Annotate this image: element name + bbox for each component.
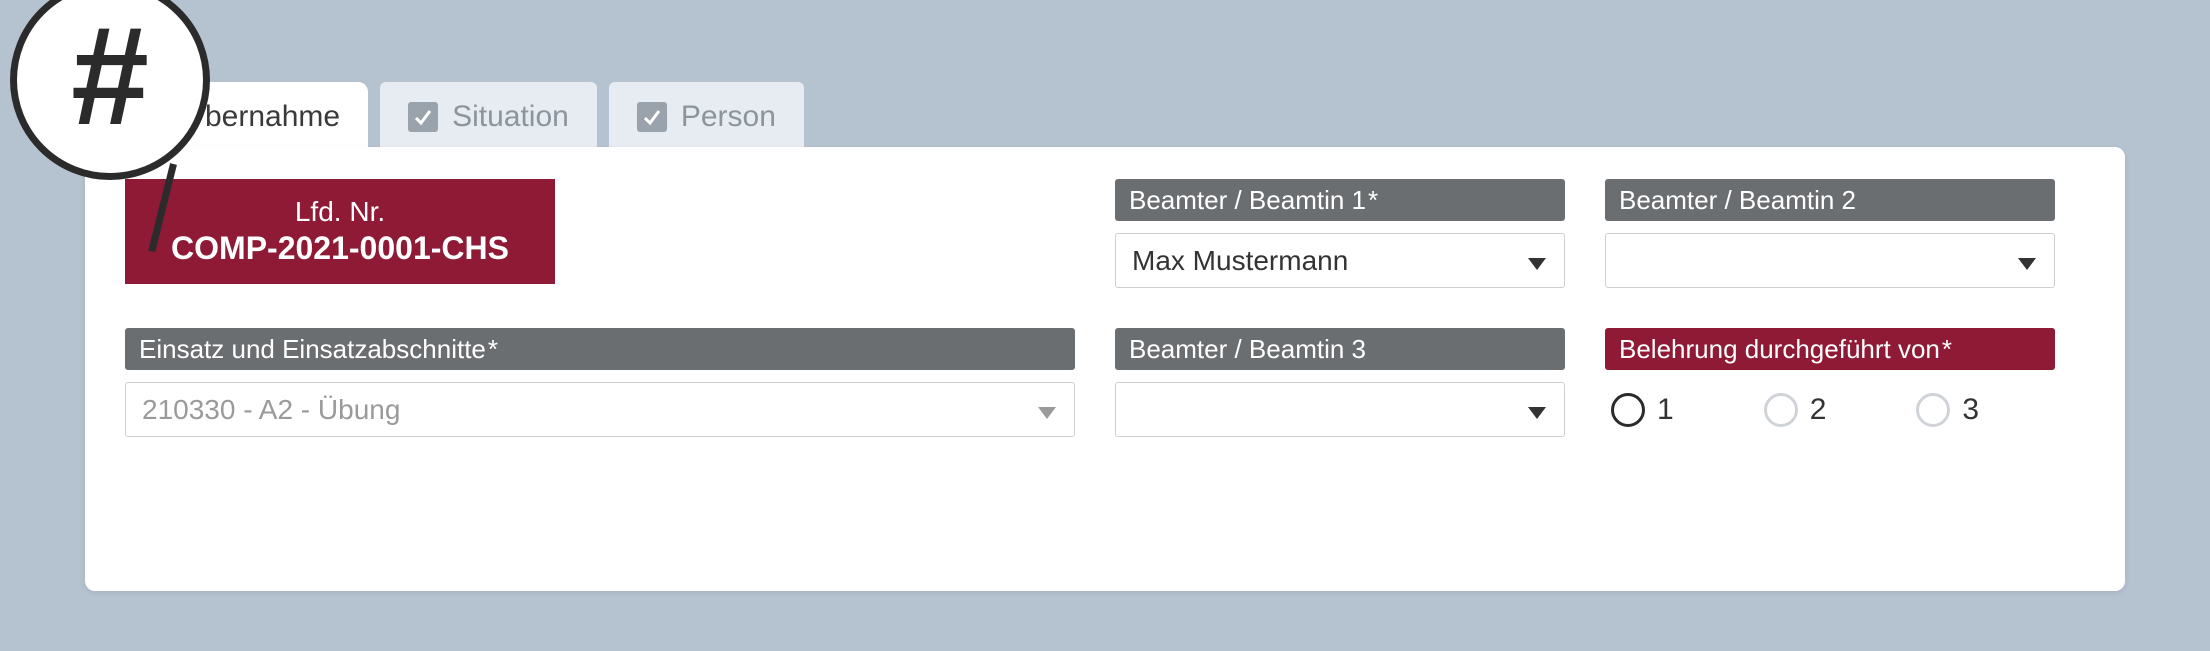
chevron-down-icon <box>2018 245 2036 277</box>
checkbox-checked-icon <box>408 102 438 132</box>
tab-situation-label: Situation <box>452 100 569 134</box>
belehrung-radio-group: 1 2 3 <box>1605 382 2055 437</box>
einsatz-value: 210330 - A2 - Übung <box>142 394 400 426</box>
belehrung-radio-1[interactable]: 1 <box>1611 393 1674 427</box>
belehrung-radio-2-label: 2 <box>1810 393 1827 427</box>
form-card: Lfd. Nr. COMP-2021-0001-CHS Beamter / Be… <box>85 147 2125 591</box>
belehrung-radio-3[interactable]: 3 <box>1916 393 1979 427</box>
radio-icon <box>1916 393 1950 427</box>
tab-uebernahme-label: bernahme <box>205 100 340 134</box>
lfd-nr-badge: Lfd. Nr. COMP-2021-0001-CHS <box>125 179 555 284</box>
beamter1-select[interactable]: Max Mustermann <box>1115 233 1565 288</box>
beamter3-label: Beamter / Beamtin 3 <box>1115 328 1565 370</box>
beamter3-select[interactable] <box>1115 382 1565 437</box>
beamter1-label: Beamter / Beamtin 1 <box>1115 179 1565 221</box>
tab-situation[interactable]: Situation <box>380 82 597 152</box>
einsatz-label: Einsatz und Einsatzabschnitte <box>125 328 1075 370</box>
beamter1-field: Beamter / Beamtin 1 Max Mustermann <box>1115 179 1565 288</box>
belehrung-field: Belehrung durchgeführt von 1 2 3 <box>1605 328 2055 437</box>
radio-icon <box>1611 393 1645 427</box>
beamter2-label: Beamter / Beamtin 2 <box>1605 179 2055 221</box>
belehrung-radio-1-label: 1 <box>1657 393 1674 427</box>
beamter2-select[interactable] <box>1605 233 2055 288</box>
tab-person[interactable]: Person <box>609 82 804 152</box>
hash-icon: # <box>71 6 149 146</box>
lfd-nr-label: Lfd. Nr. <box>295 196 385 228</box>
belehrung-radio-3-label: 3 <box>1962 393 1979 427</box>
chevron-down-icon <box>1038 394 1056 426</box>
beamter2-field: Beamter / Beamtin 2 <box>1605 179 2055 288</box>
radio-icon <box>1764 393 1798 427</box>
einsatz-select[interactable]: 210330 - A2 - Übung <box>125 382 1075 437</box>
belehrung-radio-2[interactable]: 2 <box>1764 393 1827 427</box>
lfd-nr-value: COMP-2021-0001-CHS <box>171 230 509 267</box>
beamter1-value: Max Mustermann <box>1132 245 1348 277</box>
lfd-cell: Lfd. Nr. COMP-2021-0001-CHS <box>125 179 1075 288</box>
tab-person-label: Person <box>681 100 776 134</box>
einsatz-field: Einsatz und Einsatzabschnitte 210330 - A… <box>125 328 1075 437</box>
checkbox-checked-icon <box>637 102 667 132</box>
belehrung-label: Belehrung durchgeführt von <box>1605 328 2055 370</box>
chevron-down-icon <box>1528 394 1546 426</box>
chevron-down-icon <box>1528 245 1546 277</box>
beamter3-field: Beamter / Beamtin 3 <box>1115 328 1565 437</box>
